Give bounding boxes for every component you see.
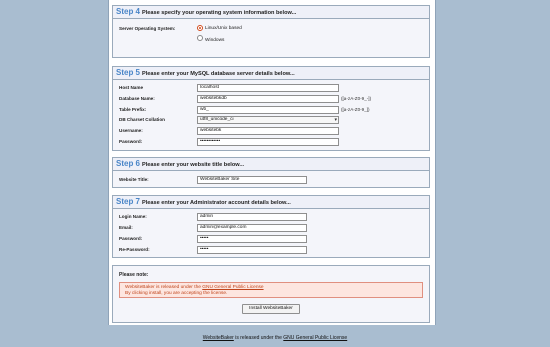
note-title: Please note:	[119, 272, 149, 278]
step5-number: Step 5	[116, 68, 141, 77]
step4-title: Please specify your operating system inf…	[142, 10, 297, 16]
login-label: Login Name:	[119, 214, 147, 219]
install-button[interactable]: Install WebsiteBaker	[242, 304, 300, 314]
prefix-row: Table Prefix: wb_ ([a-zA-Z0-9_])	[117, 106, 425, 116]
repassword-input[interactable]: •••••	[197, 246, 307, 254]
step4-panel: Step 4 Please specify your operating syst…	[112, 5, 430, 58]
website-title-input[interactable]: WebsiteBaker Site	[197, 176, 307, 184]
collation-label: DB Charset Collation	[119, 117, 165, 122]
prefix-label: Table Prefix:	[119, 107, 147, 112]
website-title-label: Website Title:	[119, 177, 149, 182]
footer-websitebaker-link[interactable]: WebsiteBaker	[203, 335, 234, 341]
radio-windows-label[interactable]: Windows	[205, 38, 224, 43]
step6-number: Step 6	[116, 159, 141, 168]
os-label: Server Operating System:	[119, 26, 176, 31]
step7-header: Step 7 Please enter your Administrator ac…	[113, 196, 429, 209]
footer-gpl-link[interactable]: GNU General Public License	[283, 335, 347, 341]
repassword-row: Re-Password: •••••	[117, 246, 425, 256]
email-row: Email: admin@example.com	[117, 224, 425, 234]
accept-line: By clicking install, you are accepting t…	[125, 291, 228, 296]
step4-number: Step 4	[116, 7, 141, 16]
admin-password-input[interactable]: •••••	[197, 235, 307, 243]
admin-password-row: Password: •••••	[117, 235, 425, 245]
chevron-down-icon: ▾	[334, 117, 337, 123]
admin-password-label: Password:	[119, 236, 143, 241]
collation-select[interactable]: utf8_unicode_ci ▾	[197, 116, 339, 124]
login-input[interactable]: admin	[197, 213, 307, 221]
step5-title: Please enter your MySQL database server …	[142, 71, 295, 77]
password-label: Password:	[119, 139, 143, 144]
step5-panel: Step 5 Please enter your MySQL database s…	[112, 66, 430, 151]
username-row: Username: websitebk	[117, 127, 425, 137]
step4-header: Step 4 Please specify your operating syst…	[113, 6, 429, 19]
license-prefix: WebsiteBaker is released under the	[125, 285, 203, 290]
dbname-label: Database Name:	[119, 96, 155, 101]
dbname-input[interactable]: websitebkdb	[197, 95, 339, 103]
username-input[interactable]: websitebk	[197, 127, 339, 135]
email-input[interactable]: admin@example.com	[197, 224, 307, 232]
password-row: Password: ••••••••••••	[117, 138, 425, 148]
dbname-row: Database Name: websitebkdb ([a-zA-Z0-9_-…	[117, 95, 425, 105]
note-panel: Please note: WebsiteBaker is released un…	[112, 265, 430, 323]
license-line: WebsiteBaker is released under the GNU G…	[125, 285, 264, 290]
email-label: Email:	[119, 225, 133, 230]
username-label: Username:	[119, 128, 143, 133]
license-link[interactable]: GNU General Public License	[202, 285, 263, 290]
prefix-hint: ([a-zA-Z0-9_])	[341, 107, 370, 112]
password-input[interactable]: ••••••••••••	[197, 138, 339, 146]
step7-panel: Step 7 Please enter your Administrator ac…	[112, 195, 430, 258]
collation-value: utf8_unicode_ci	[200, 117, 234, 122]
repassword-label: Re-Password:	[119, 247, 150, 252]
footer-text: is released under the	[233, 335, 284, 341]
host-input[interactable]: localhost	[197, 84, 339, 92]
license-notice: WebsiteBaker is released under the GNU G…	[119, 282, 423, 298]
dbname-hint: ([a-zA-Z0-9_-])	[341, 96, 372, 101]
website-title-row: Website Title: WebsiteBaker Site	[117, 176, 425, 186]
step5-header: Step 5 Please enter your MySQL database s…	[113, 67, 429, 80]
host-label: Host Name	[119, 85, 143, 90]
radio-linux-label[interactable]: Linux/Unix based	[205, 26, 242, 31]
step6-panel: Step 6 Please enter your website title be…	[112, 157, 430, 188]
login-row: Login Name: admin	[117, 213, 425, 223]
footer: WebsiteBaker is released under the GNU G…	[0, 335, 550, 341]
radio-linux[interactable]	[197, 25, 203, 31]
step7-title: Please enter your Administrator account …	[142, 200, 291, 206]
collation-row: DB Charset Collation utf8_unicode_ci ▾	[117, 116, 425, 126]
step6-header: Step 6 Please enter your website title be…	[113, 158, 429, 171]
host-row: Host Name localhost	[117, 84, 425, 94]
radio-windows[interactable]	[197, 35, 203, 41]
step6-title: Please enter your website title below...	[142, 162, 245, 168]
step7-number: Step 7	[116, 197, 141, 206]
prefix-input[interactable]: wb_	[197, 106, 339, 114]
